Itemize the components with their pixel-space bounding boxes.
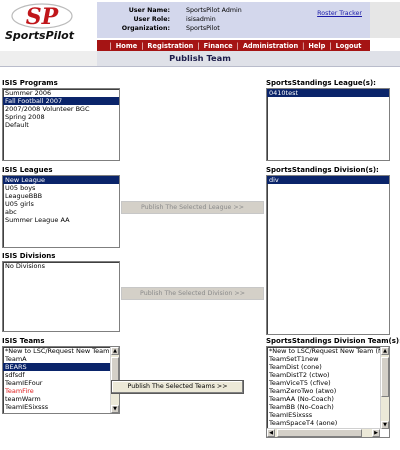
list-item[interactable]: Summer League AA <box>3 216 119 224</box>
list-item[interactable]: TeamZeroTwo (atwo) <box>267 387 380 395</box>
list-item[interactable]: abc <box>3 208 119 216</box>
organization-label: Organization: <box>121 25 170 32</box>
list-item[interactable]: sdfsdf <box>3 371 110 379</box>
list-item[interactable]: div <box>267 176 389 184</box>
list-item[interactable]: TeamA <box>3 355 110 363</box>
nav-finance[interactable]: Finance <box>204 42 233 50</box>
title-bar-accent <box>0 51 97 66</box>
list-item[interactable]: Default <box>3 121 119 129</box>
nav-help[interactable]: Help <box>308 42 325 50</box>
ss-teams-list[interactable]: *New to LSC/Request New Team (No- TeamSe… <box>266 346 390 438</box>
list-item[interactable]: TeamIESixsss <box>3 403 110 411</box>
list-item[interactable]: Fall Football 2007 <box>3 97 119 105</box>
scroll-up-icon[interactable]: ▲ <box>381 347 389 355</box>
publish-league-button[interactable]: Publish The Selected League >> <box>121 201 264 214</box>
list-item[interactable]: U05 girls <box>3 200 119 208</box>
main-nav: | Home | Registration | Finance | Admini… <box>97 40 370 51</box>
list-item[interactable]: TeamAA (No-Coach) <box>267 395 380 403</box>
nav-logout[interactable]: Logout <box>336 42 362 50</box>
scroll-left-icon[interactable]: ◀ <box>267 429 275 437</box>
nav-registration[interactable]: Registration <box>147 42 193 50</box>
user-role-label: User Role: <box>133 16 170 23</box>
list-item[interactable]: 0410test <box>267 89 389 97</box>
ss-teams-vscrollbar[interactable]: ▲ ▼ <box>380 347 389 429</box>
header-right-panel <box>370 2 400 38</box>
scroll-thumb[interactable] <box>277 429 362 437</box>
list-item[interactable]: TeamDist (cone) <box>267 363 380 371</box>
ss-leagues-list[interactable]: 0410test <box>266 88 390 161</box>
logo-text: SportsPilot <box>5 29 75 42</box>
list-item[interactable]: 2007/2008 Volunteer BGC <box>3 105 119 113</box>
ss-divisions-list[interactable]: div <box>266 175 390 335</box>
isis-programs-list[interactable]: Summer 2006 Fall Football 2007 2007/2008… <box>2 88 120 161</box>
list-item[interactable]: teamWarm <box>3 395 110 403</box>
publish-teams-button[interactable]: Publish The Selected Teams >> <box>111 380 244 394</box>
list-item[interactable]: *New to LSC/Request New Team <box>3 347 110 355</box>
list-item[interactable]: TeamIESixsss <box>267 411 380 419</box>
scroll-down-icon[interactable]: ▼ <box>381 421 389 429</box>
scroll-up-icon[interactable]: ▲ <box>111 347 119 355</box>
list-item[interactable]: Summer 2006 <box>3 89 119 97</box>
scroll-right-icon[interactable]: ▶ <box>372 429 380 437</box>
list-item[interactable]: TeamIEFour <box>3 379 110 387</box>
publish-division-button[interactable]: Publish The Selected Division >> <box>121 287 264 300</box>
list-item[interactable]: Spring 2008 <box>3 113 119 121</box>
list-item[interactable]: New League <box>3 176 119 184</box>
list-item[interactable]: BEARS <box>3 363 110 371</box>
user-role-value: isisadmin <box>186 16 216 23</box>
ss-teams-label: SportsStandings Division Team(s): <box>266 337 400 345</box>
isis-programs-label: ISIS Programs <box>2 79 58 87</box>
roster-tracker-link[interactable]: Roster Tracker <box>317 10 362 17</box>
isis-leagues-label: ISIS Leagues <box>2 166 53 174</box>
isis-divisions-label: ISIS Divisions <box>2 252 56 260</box>
nav-separator: | <box>236 41 239 50</box>
list-item[interactable]: TeamFire <box>3 387 110 395</box>
list-item[interactable]: TeamDistT2 (ctwo) <box>267 371 380 379</box>
isis-teams-label: ISIS Teams <box>2 337 45 345</box>
nav-separator: | <box>109 41 112 50</box>
nav-separator: | <box>141 41 144 50</box>
nav-administration[interactable]: Administration <box>243 42 298 50</box>
isis-teams-list[interactable]: *New to LSC/Request New Team TeamA BEARS… <box>2 346 120 414</box>
list-item[interactable]: TeamSpaceT4 (aone) <box>267 419 380 427</box>
ss-leagues-label: SportsStandings League(s): <box>266 79 376 87</box>
list-item[interactable]: LeagueBBB <box>3 192 119 200</box>
list-item[interactable]: TeamViceT5 (cfive) <box>267 379 380 387</box>
organization-value: SportsPilot <box>186 25 220 32</box>
list-item[interactable]: U05 boys <box>3 184 119 192</box>
nav-home[interactable]: Home <box>116 42 137 50</box>
list-item[interactable]: *New to LSC/Request New Team (No- <box>267 347 380 355</box>
user-info-panel: User Name: SportsPilot Admin User Role: … <box>97 2 370 38</box>
isis-divisions-list[interactable]: No Divisions <box>2 261 120 332</box>
user-name-value: SportsPilot Admin <box>186 7 242 14</box>
ss-teams-hscrollbar[interactable]: ◀ ▶ <box>267 428 380 437</box>
list-item[interactable]: TeamSetT1new <box>267 355 380 363</box>
list-item[interactable]: TeamBB (No-Coach) <box>267 403 380 411</box>
sportspilot-logo[interactable]: SP SportsPilot <box>2 2 97 42</box>
ss-divisions-label: SportsStandings Division(s): <box>266 166 379 174</box>
user-name-label: User Name: <box>128 7 170 14</box>
list-item[interactable]: No Divisions <box>3 262 119 270</box>
scroll-thumb[interactable] <box>381 357 389 397</box>
isis-leagues-list[interactable]: New League U05 boys LeagueBBB U05 girls … <box>2 175 120 248</box>
nav-separator: | <box>197 41 200 50</box>
nav-separator: | <box>329 41 332 50</box>
nav-separator: | <box>302 41 305 50</box>
scroll-down-icon[interactable]: ▼ <box>111 405 119 413</box>
logo-monogram: SP <box>26 4 60 30</box>
